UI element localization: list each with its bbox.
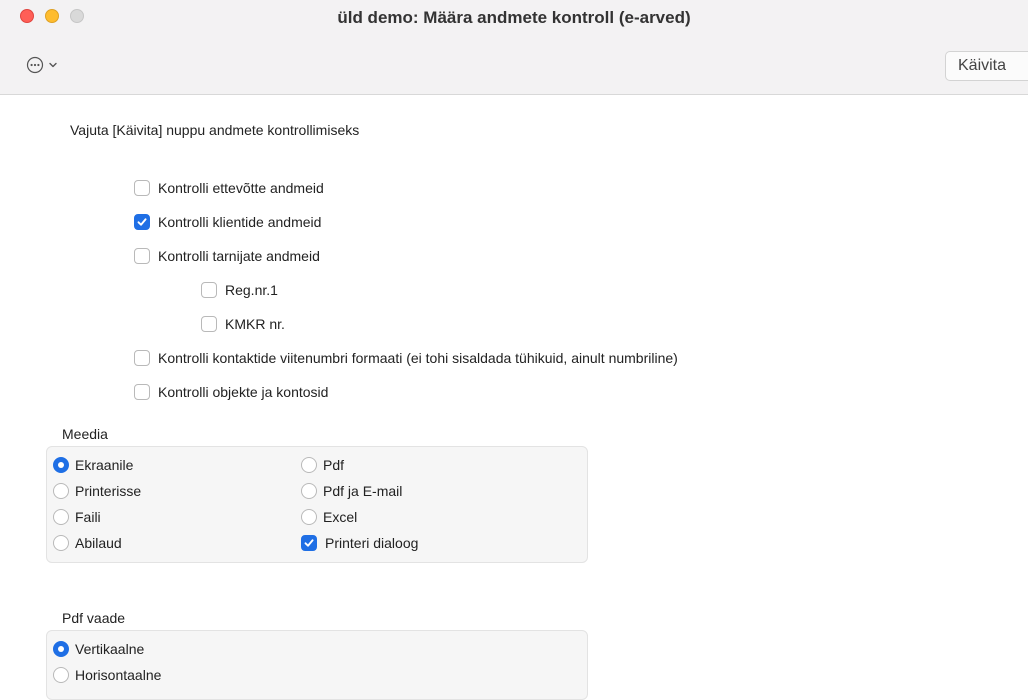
checkbox-label: Kontrolli ettevõtte andmeid	[158, 180, 324, 196]
check-company-data[interactable]: Kontrolli ettevõtte andmeid	[134, 178, 324, 198]
radio-button[interactable]	[53, 667, 69, 683]
check-reference-format[interactable]: Kontrolli kontaktide viitenumbri formaat…	[134, 348, 678, 368]
pdf-view-option-vertikaalne[interactable]: Vertikaalne	[53, 639, 144, 659]
instruction-text: Vajuta [Käivita] nuppu andmete kontrolli…	[70, 122, 360, 138]
checkmark-icon	[304, 539, 314, 547]
radio-button[interactable]	[301, 483, 317, 499]
media-option-ekraanile[interactable]: Ekraanile	[53, 455, 133, 475]
window-title: üld demo: Määra andmete kontroll (e-arve…	[337, 8, 691, 27]
ellipsis-circle-icon	[26, 56, 44, 74]
window-titlebar: üld demo: Määra andmete kontroll (e-arve…	[0, 0, 1028, 95]
radio-button[interactable]	[53, 509, 69, 525]
checkbox[interactable]	[134, 384, 150, 400]
radio-label: Printerisse	[75, 483, 142, 499]
radio-button[interactable]	[301, 509, 317, 525]
checkbox[interactable]	[134, 180, 150, 196]
radio-button[interactable]	[53, 641, 69, 657]
pdf-view-group-label: Pdf vaade	[62, 610, 126, 626]
checkbox[interactable]	[134, 214, 150, 230]
check-objects-accounts[interactable]: Kontrolli objekte ja kontosid	[134, 382, 328, 402]
radio-label: Vertikaalne	[75, 641, 145, 657]
check-client-data[interactable]: Kontrolli klientide andmeid	[134, 212, 321, 232]
checkbox-label: Kontrolli kontaktide viitenumbri formaat…	[158, 350, 678, 366]
checkbox-label: KMKR nr.	[225, 316, 285, 332]
radio-label: Ekraanile	[75, 457, 134, 473]
checkmark-icon	[137, 218, 147, 226]
pdf-view-option-horisontaalne[interactable]: Horisontaalne	[53, 665, 161, 685]
radio-button[interactable]	[53, 483, 69, 499]
media-option-faili[interactable]: Faili	[53, 507, 101, 527]
checkbox-label: Kontrolli tarnijate andmeid	[158, 248, 320, 264]
radio-label: Excel	[323, 509, 358, 525]
checkbox-label: Kontrolli klientide andmeid	[158, 214, 322, 230]
check-supplier-data[interactable]: Kontrolli tarnijate andmeid	[134, 246, 320, 266]
printer-dialog-checkbox[interactable]: Printeri dialoog	[301, 533, 418, 553]
checkbox-label: Printeri dialoog	[325, 535, 419, 551]
run-button[interactable]: Käivita	[945, 51, 1028, 81]
radio-button[interactable]	[53, 535, 69, 551]
radio-button[interactable]	[301, 457, 317, 473]
radio-label: Abilaud	[75, 535, 122, 551]
checkbox-label: Reg.nr.1	[225, 282, 278, 298]
checkbox[interactable]	[201, 316, 217, 332]
checkbox[interactable]	[301, 535, 317, 551]
media-option-pdf-ja-e-mail[interactable]: Pdf ja E-mail	[301, 481, 402, 501]
media-group-label: Meedia	[62, 426, 108, 442]
checkbox[interactable]	[201, 282, 217, 298]
radio-label: Pdf	[323, 457, 345, 473]
checkbox-label: Kontrolli objekte ja kontosid	[158, 384, 329, 400]
radio-label: Faili	[75, 509, 101, 525]
checkbox[interactable]	[134, 248, 150, 264]
chevron-down-icon	[49, 62, 57, 68]
check-reg-nr[interactable]: Reg.nr.1	[201, 280, 278, 300]
check-kmkr-nr[interactable]: KMKR nr.	[201, 314, 285, 334]
radio-button[interactable]	[53, 457, 69, 473]
radio-label: Pdf ja E-mail	[323, 483, 403, 499]
radio-label: Horisontaalne	[75, 667, 162, 683]
checkbox[interactable]	[134, 350, 150, 366]
media-option-excel[interactable]: Excel	[301, 507, 357, 527]
media-option-printerisse[interactable]: Printerisse	[53, 481, 141, 501]
media-option-abilaud[interactable]: Abilaud	[53, 533, 122, 553]
more-actions-button[interactable]	[26, 56, 58, 74]
media-option-pdf[interactable]: Pdf	[301, 455, 344, 475]
